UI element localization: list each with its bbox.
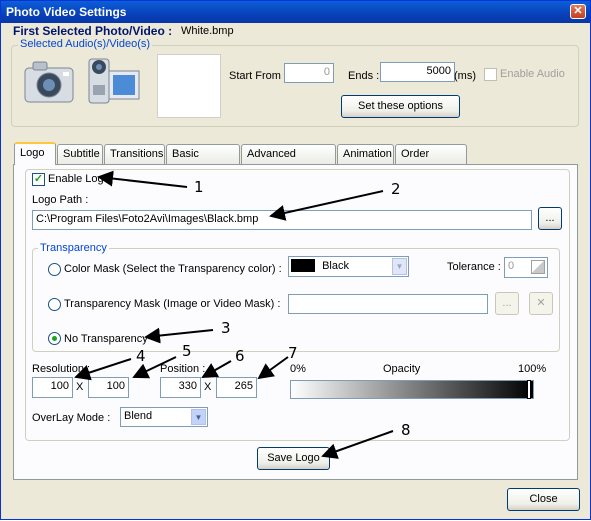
resolution-times: X [76, 381, 84, 393]
annotation-number-8: 8 [401, 421, 411, 439]
annotation-number-5: 5 [182, 342, 192, 360]
title-bar: Photo Video Settings ✕ [1, 1, 590, 23]
color-swatch [291, 259, 315, 272]
tolerance-input[interactable]: 0 [504, 257, 548, 278]
position-y-input[interactable]: 265 [216, 377, 257, 398]
color-mask-label: Color Mask (Select the Transparency colo… [64, 263, 282, 275]
close-button[interactable]: Close [507, 488, 580, 511]
color-select[interactable]: Black ▼ [288, 256, 409, 277]
set-options-button[interactable]: Set these options [341, 95, 460, 118]
annotation-number-7: 7 [288, 344, 298, 362]
first-selected-label: First Selected Photo/Video : [13, 24, 173, 38]
enable-audio-label: Enable Audio [500, 68, 565, 80]
enable-audio-checkbox[interactable] [484, 68, 497, 81]
tab-logo[interactable]: Logo [14, 142, 56, 165]
tolerance-label: Tolerance : [447, 261, 501, 273]
position-times: X [204, 381, 212, 393]
opacity-max-label: 100% [518, 363, 547, 375]
start-from-input[interactable]: 0 [284, 63, 334, 83]
tab-subtitle[interactable]: Subtitle [57, 144, 103, 164]
first-selected-value: White.bmp [181, 25, 234, 37]
ends-unit: (ms) [454, 70, 476, 82]
opacity-slider-thumb[interactable] [527, 380, 531, 399]
no-transparency-radio[interactable] [48, 332, 61, 345]
annotation-number-4: 4 [136, 347, 146, 365]
opacity-label: Opacity [383, 363, 421, 375]
transparency-mask-radio[interactable] [48, 298, 61, 311]
ends-input[interactable]: 5000 [380, 62, 455, 82]
start-from-label: Start From : [229, 70, 288, 82]
tab-transitions[interactable]: Transitions [104, 144, 165, 164]
chevron-down-icon[interactable]: ▼ [392, 258, 407, 275]
camera-icon [23, 56, 77, 104]
resolution-label: Resolution : [32, 363, 91, 375]
logo-browse-button[interactable]: ... [538, 207, 562, 230]
window-title: Photo Video Settings [6, 5, 127, 19]
tab-basic-effects[interactable]: Basic Effects [166, 144, 240, 179]
no-transparency-label: No Transparency [64, 333, 148, 345]
video-camera-icon [85, 55, 143, 107]
mask-clear-icon[interactable]: ✕ [529, 292, 553, 315]
tab-order-effects[interactable]: Order Effects [395, 144, 467, 179]
audio-video-legend: Selected Audio(s)/Video(s) [18, 38, 153, 50]
chevron-down-icon[interactable]: ▼ [191, 409, 206, 425]
mask-browse-button[interactable]: ... [495, 292, 519, 315]
tolerance-slider-icon[interactable] [531, 260, 545, 274]
save-logo-button[interactable]: Save Logo [257, 447, 330, 470]
tolerance-value: 0 [508, 260, 515, 272]
enable-logo-label: Enable Logo [48, 173, 112, 185]
resolution-height-input[interactable]: 100 [88, 377, 129, 398]
color-select-value: Black [322, 259, 349, 272]
overlay-mode-value: Blend [124, 410, 153, 422]
annotation-number-1: 1 [194, 178, 204, 196]
logo-path-label: Logo Path : [32, 194, 89, 206]
annotation-number-2: 2 [391, 180, 401, 198]
annotation-number-6: 6 [235, 347, 245, 365]
enable-logo-checkbox[interactable]: ✓ [32, 173, 45, 186]
position-label: Position : [160, 363, 206, 375]
window-close-icon[interactable]: ✕ [570, 4, 586, 19]
annotation-number-3: 3 [221, 319, 231, 337]
ends-label: Ends : [348, 70, 380, 82]
resolution-width-input[interactable]: 100 [32, 377, 73, 398]
tab-animation[interactable]: Animation [337, 144, 394, 164]
mask-path-input[interactable] [288, 294, 488, 314]
overlay-mode-label: OverLay Mode : [32, 412, 111, 424]
transparency-mask-label: Transparency Mask (Image or Video Mask) … [64, 298, 281, 310]
transparency-legend: Transparency [38, 242, 109, 254]
opacity-min-label: 0% [290, 363, 306, 375]
opacity-slider[interactable] [290, 380, 534, 399]
color-mask-radio[interactable] [48, 263, 61, 276]
position-x-input[interactable]: 330 [160, 377, 201, 398]
photo-video-settings-window: Photo Video Settings ✕ First Selected Ph… [0, 0, 591, 520]
preview-thumbnail [157, 54, 221, 118]
tab-advanced-effects[interactable]: Advanced Effects [241, 144, 336, 179]
logo-path-input[interactable]: C:\Program Files\Foto2Avi\Images\Black.b… [32, 210, 532, 230]
overlay-mode-select[interactable]: Blend ▼ [120, 407, 208, 427]
